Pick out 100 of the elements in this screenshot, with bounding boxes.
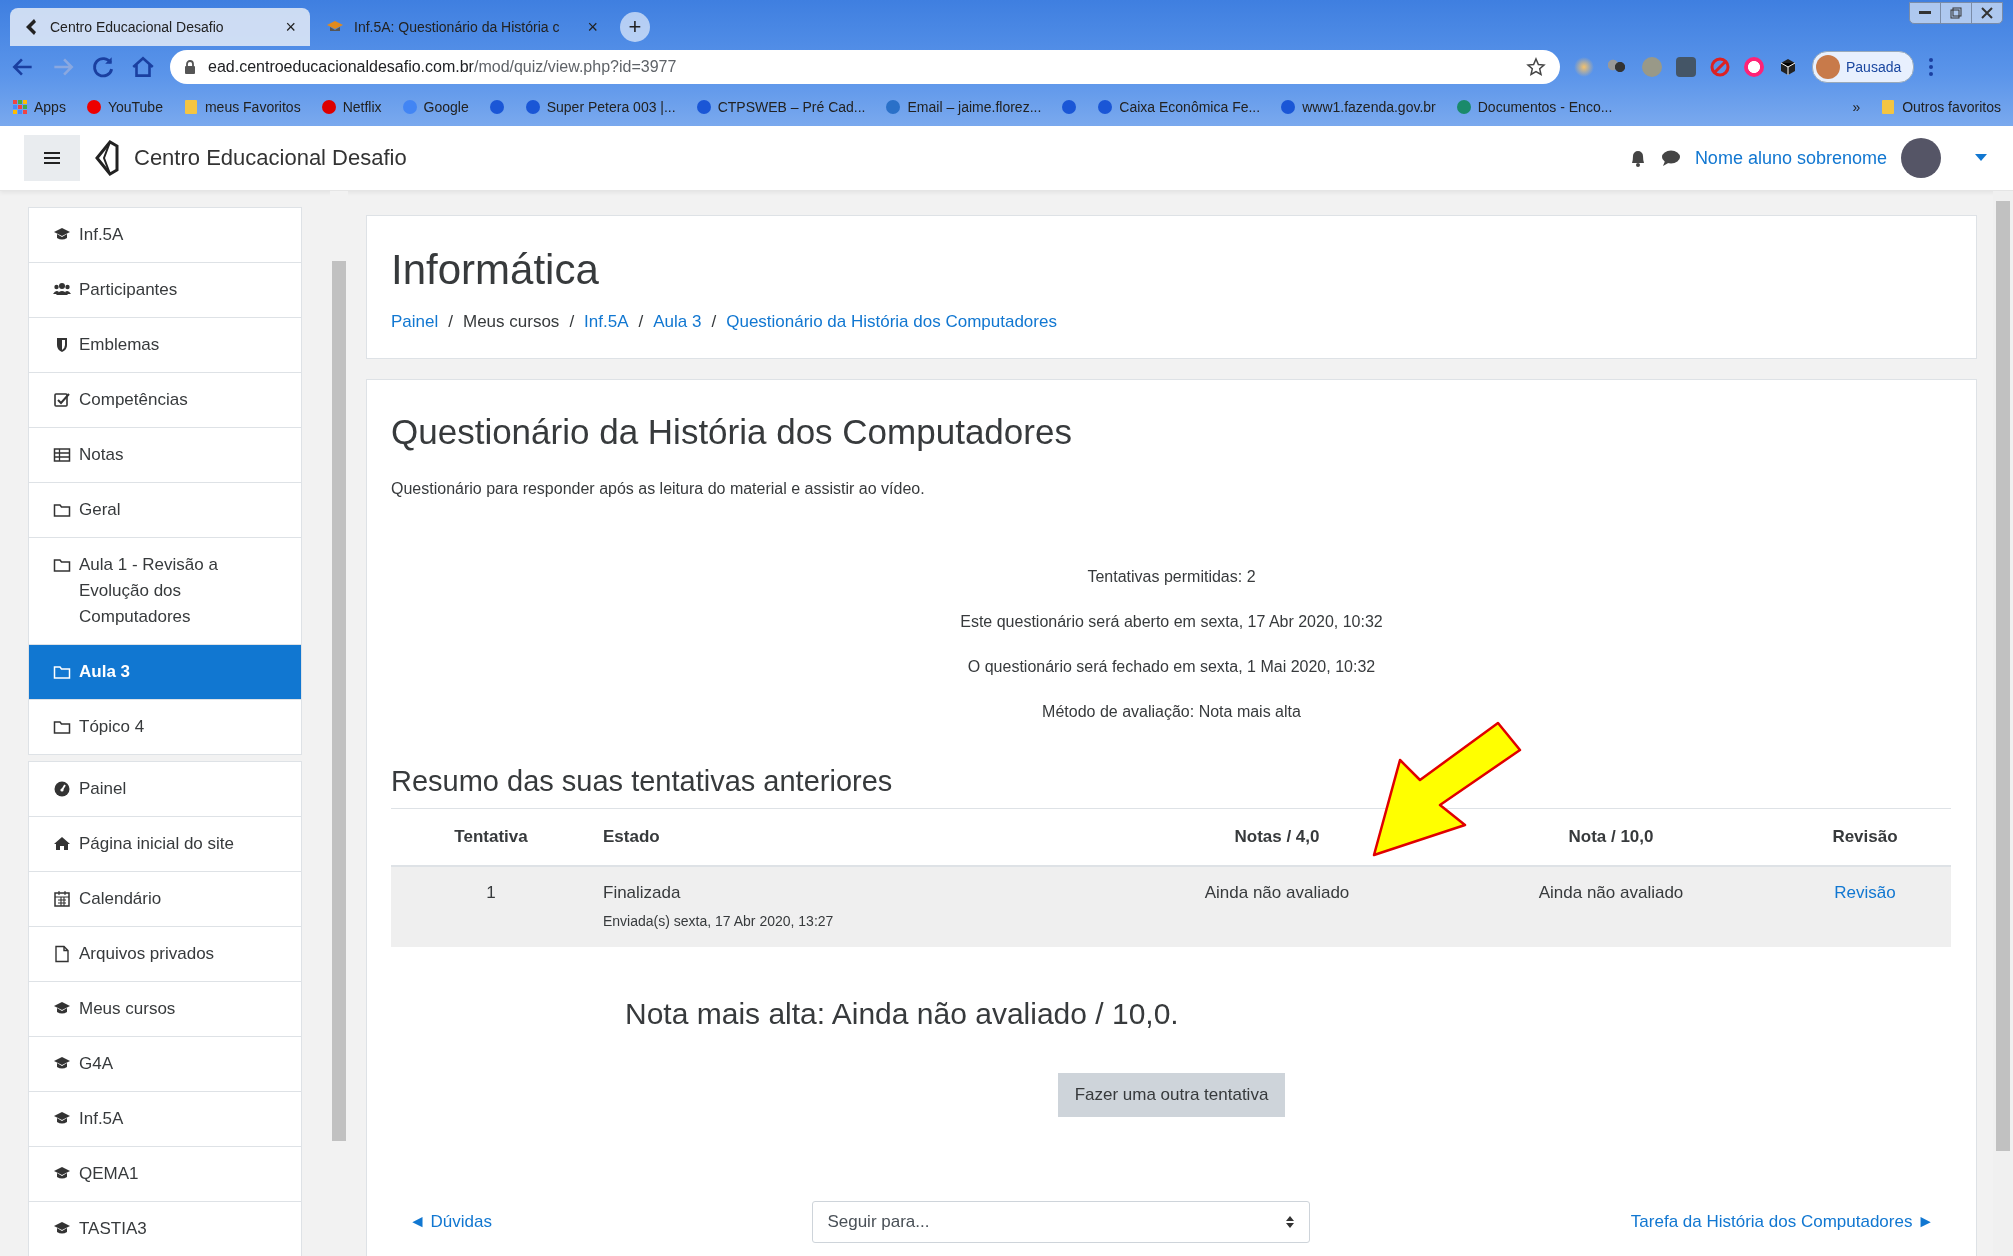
menu-icon[interactable] [1928,57,1935,77]
bookmark-folder[interactable]: Outros favoritos [1880,99,2001,115]
bookmark[interactable]: YouTube [85,99,163,115]
site-logo-icon [94,140,120,176]
new-tab-button[interactable]: + [620,12,650,42]
sidebar-item[interactable]: Aula 3 [29,645,301,700]
grid-icon [12,99,28,115]
block-icon[interactable] [1710,57,1730,77]
table-cell: Ainda não avaliado [1204,883,1350,902]
previous-link[interactable]: ◄ Dúvidas [409,1212,492,1232]
bookmark[interactable]: Documentos - Enco... [1455,99,1613,115]
sidebar-item[interactable]: TASTIA3 [29,1202,301,1256]
address-bar[interactable]: ead.centroeducacionaldesafio.com.br/mod/quiz/view.php?id=3977 [170,50,1560,84]
bookmark-icon [320,99,337,115]
bookmark-icon [1455,99,1472,115]
sidebar-item[interactable]: Tópico 4 [29,700,301,754]
caret-icon[interactable] [1975,154,1989,162]
sidebar-item[interactable]: Inf.5A [29,208,301,263]
sidebar-item[interactable]: Meus cursos [29,982,301,1037]
jump-select[interactable]: Seguir para... [812,1201,1311,1243]
next-link[interactable]: Tarefa da História dos Computadores ► [1630,1212,1934,1232]
home-icon [53,835,71,853]
more-bookmarks-button[interactable]: » [1852,99,1861,115]
folder-icon [53,718,71,736]
bookmark[interactable] [488,99,505,115]
checkbox-icon [53,391,71,409]
breadcrumb-item[interactable]: Inf.5A [584,312,629,332]
music-icon[interactable] [1744,57,1764,77]
table-cell: 1 [486,883,496,902]
retry-button[interactable]: Fazer uma outra tentativa [1057,1073,1286,1117]
tab-title: Inf.5A: Questionário da História c [354,19,561,35]
sidebar-item[interactable]: Emblemas [29,318,301,373]
home-icon[interactable] [130,54,156,80]
url-text: ead.centroeducacionaldesafio.com.br/mod/quiz/view.php?id=3977 [208,58,677,76]
sidebar-item[interactable]: Competências [29,373,301,428]
folder-icon [53,663,71,681]
review-link[interactable]: Revisão [1834,883,1896,902]
close-icon[interactable]: × [285,16,296,38]
breadcrumb-item: Meus cursos [463,312,560,332]
sidebar-item[interactable]: Inf.5A [29,1092,301,1147]
section-title: Resumo das suas tentativas anteriores [391,765,894,798]
folder-icon [53,501,71,519]
cube-icon[interactable] [1778,57,1798,77]
menu-icon [44,151,60,165]
submitted-date: Enviada(s) sexta, 17 Abr 2020, 13:27 [603,913,835,929]
quiz-info: O questionário será fechado em sexta, 1 Mai 2020, 10:32 [966,658,1377,676]
bookmark-icon [524,99,541,115]
sidebar-item[interactable]: Arquivos privados [29,927,301,982]
close-icon[interactable]: × [587,16,598,38]
breadcrumb-item[interactable]: Aula 3 [653,312,702,332]
sidebar-item[interactable]: QEMA1 [29,1147,301,1202]
sidebar-item[interactable]: G4A [29,1037,301,1092]
highest-grade: Nota mais alta: Ainda não avaliado / 10,0. [625,997,1180,1031]
lock-icon [184,59,196,75]
bookmark[interactable]: meus Favoritos [182,99,301,115]
sidebar-item[interactable]: Participantes [29,263,301,318]
folder-icon [182,99,199,115]
breadcrumb-separator: / [569,312,575,332]
folder-icon [1880,99,1897,115]
calendar-icon [53,890,71,908]
sidebar-item[interactable]: Calendário [29,872,301,927]
chat-icon[interactable] [1660,149,1681,167]
menu-button[interactable] [24,135,80,181]
file-icon [53,945,71,963]
table-icon [53,446,71,464]
reload-icon[interactable] [90,54,116,80]
sidebar-item[interactable]: Página inicial do site [29,817,301,872]
dashboard-icon [53,780,71,798]
bookmark[interactable]: Caixa Econômica Fe... [1097,99,1261,115]
site-name[interactable]: Centro Educacional Desafio [134,145,407,171]
bookmark-icon [1097,99,1114,115]
browser-tab[interactable]: Inf.5A: Questionário da História c × [312,8,612,46]
bookmark[interactable]: CTPSWEB – Pré Cad... [695,99,866,115]
bookmark-icon [401,99,418,115]
quiz-info: Este questionário será aberto em sexta, 17 Abr 2020, 10:32 [959,613,1384,631]
sidebar-item[interactable]: Painel [29,762,301,817]
browser-tab[interactable]: Centro Educacional Desafio × [10,8,310,46]
breadcrumb-item[interactable]: Painel [391,312,439,332]
sidebar-item[interactable]: Geral [29,483,301,538]
breadcrumb-item[interactable]: Questionário da História dos Computadores [726,312,1057,332]
user-name[interactable]: Nome aluno sobrenome [1694,147,1887,169]
quiz-title: Questionário da História dos Computadores [391,412,1073,452]
star-icon[interactable] [1526,57,1546,77]
graduation-cap-icon [326,20,344,34]
sidebar-item[interactable]: Notas [29,428,301,483]
folder-icon [53,556,71,574]
profile-button[interactable]: Pausada [1812,51,1915,83]
bookmark[interactable] [1061,99,1078,115]
bookmark[interactable]: Super Petera 003 |... [524,99,676,115]
bookmark-icon [695,99,712,115]
bookmark[interactable]: Email – jaime.florez... [885,99,1042,115]
avatar[interactable] [1901,138,1941,178]
tab-title: Centro Educacional Desafio [50,19,225,35]
bookmark[interactable]: Apps [12,99,66,115]
bookmark[interactable]: Netflix [320,99,382,115]
bookmark[interactable]: www1.fazenda.gov.br [1280,99,1436,115]
breadcrumb-separator: / [711,312,717,332]
sort-caret-icon [1285,1215,1296,1229]
window-controls-drawing[interactable] [1909,2,2003,24]
bookmark[interactable]: Google [401,99,469,115]
